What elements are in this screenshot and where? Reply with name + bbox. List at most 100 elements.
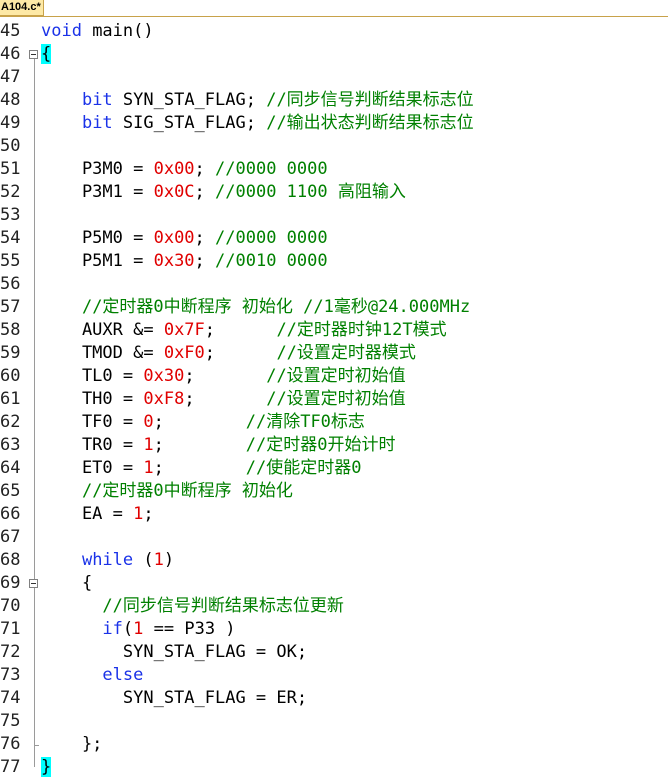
code-line[interactable]: };: [41, 733, 102, 756]
code-token: ;: [153, 435, 246, 455]
line-number: 76: [0, 734, 21, 754]
comment-token: //设置定时器模式: [276, 343, 416, 363]
code-token: P3M1 =: [41, 182, 154, 202]
code-line[interactable]: //定时器0中断程序 初始化 //1毫秒@24.000MHz: [41, 296, 470, 319]
line-number: 51: [0, 159, 21, 179]
line-number: 54: [0, 228, 21, 248]
code-line[interactable]: void main(): [41, 20, 154, 43]
code-token: ;: [204, 320, 277, 340]
line-number: 60: [0, 366, 21, 386]
code-line[interactable]: bit SIG_STA_FLAG; //输出状态判断结果标志位: [41, 112, 474, 135]
code-line[interactable]: P5M1 = 0x30; //0010 0000: [41, 250, 328, 273]
comment-token: //使能定时器0: [245, 458, 362, 478]
code-line[interactable]: {: [41, 43, 52, 66]
code-token: ;: [194, 182, 216, 202]
line-number: 77: [0, 757, 21, 777]
file-tab[interactable]: A104.c*: [0, 0, 44, 16]
code-token: ;: [194, 159, 216, 179]
code-token: EA =: [41, 504, 134, 524]
code-token: P5M0 =: [41, 228, 154, 248]
code-token: SIG_STA_FLAG;: [112, 113, 267, 133]
number-token: 0x00: [153, 228, 195, 248]
code-token: P3M0 =: [41, 159, 154, 179]
code-line[interactable]: }: [41, 756, 52, 779]
code-token: (: [122, 619, 134, 639]
code-token: TMOD &=: [41, 343, 164, 363]
code-token: ): [163, 550, 175, 570]
code-line[interactable]: TMOD &= 0xF0; //设置定时器模式: [41, 342, 416, 365]
line-number: 67: [0, 527, 21, 547]
code-line[interactable]: SYN_STA_FLAG = OK;: [41, 641, 307, 664]
comment-token: //定时器时钟12T模式: [276, 320, 447, 340]
code-line[interactable]: TF0 = 0; //清除TF0标志: [41, 411, 365, 434]
code-token: main(): [81, 21, 154, 41]
code-line[interactable]: AUXR &= 0x7F; //定时器时钟12T模式: [41, 319, 447, 342]
comment-token: //0010 0000: [215, 251, 328, 271]
code-line[interactable]: if(1 == P33 ): [41, 618, 235, 641]
line-number: 47: [0, 67, 21, 87]
code-line[interactable]: ET0 = 1; //使能定时器0: [41, 457, 362, 480]
number-token: 1: [133, 504, 144, 524]
code-line[interactable]: else: [41, 664, 143, 687]
line-number: 57: [0, 297, 21, 317]
comment-token: //同步信号判断结果标志位: [266, 90, 474, 110]
fold-toggle-icon[interactable]: [29, 579, 38, 588]
number-token: 0x0C: [153, 182, 195, 202]
line-number: 66: [0, 504, 21, 524]
code-token: };: [41, 734, 103, 754]
number-token: 0x30: [153, 251, 195, 271]
code-token: ;: [194, 228, 216, 248]
number-token: 1: [153, 550, 164, 570]
code-line[interactable]: {: [41, 572, 92, 595]
code-line[interactable]: EA = 1;: [41, 503, 154, 526]
code-line[interactable]: P3M0 = 0x00; //0000 0000: [41, 158, 328, 181]
line-number: 68: [0, 550, 21, 570]
number-token: 1: [143, 435, 154, 455]
code-token: {: [41, 573, 93, 593]
fold-toggle-icon[interactable]: [29, 50, 38, 59]
comment-token: //输出状态判断结果标志位: [266, 113, 474, 133]
line-number: 63: [0, 435, 21, 455]
line-number: 62: [0, 412, 21, 432]
comment-token: //0000 0000: [215, 228, 328, 248]
code-line[interactable]: SYN_STA_FLAG = ER;: [41, 687, 307, 710]
code-line[interactable]: TL0 = 0x30; //设置定时初始值: [41, 365, 406, 388]
comment-token: //同步信号判断结果标志位更新: [102, 596, 344, 616]
code-token: TR0 =: [41, 435, 144, 455]
comment-token: //0000 0000: [215, 159, 328, 179]
line-number: 64: [0, 458, 21, 478]
code-line[interactable]: TR0 = 1; //定时器0开始计时: [41, 434, 396, 457]
comment-token: //定时器0开始计时: [245, 435, 396, 455]
line-number: 59: [0, 343, 21, 363]
code-line[interactable]: //定时器0中断程序 初始化: [41, 480, 293, 503]
number-token: 0xF0: [163, 343, 205, 363]
keyword-token: while: [81, 550, 134, 570]
code-token: TL0 =: [41, 366, 144, 386]
code-token: SYN_STA_FLAG;: [112, 90, 267, 110]
line-number: 75: [0, 711, 21, 731]
number-token: 1: [133, 619, 144, 639]
code-line[interactable]: //同步信号判断结果标志位更新: [41, 595, 344, 618]
fold-end-marker: [34, 745, 39, 746]
keyword-token: bit: [81, 90, 113, 110]
matched-brace: {: [41, 44, 52, 64]
code-line[interactable]: P5M0 = 0x00; //0000 0000: [41, 227, 328, 250]
code-editor[interactable]: A104.c* 45 void main() 46 {47 48 bit SYN_STA…: [0, 0, 668, 777]
tab-divider: [0, 16, 668, 17]
code-line[interactable]: bit SYN_STA_FLAG; //同步信号判断结果标志位: [41, 89, 474, 112]
line-number: 50: [0, 136, 21, 156]
code-line[interactable]: while (1): [41, 549, 174, 572]
code-line[interactable]: P3M1 = 0x0C; //0000 1100 高阻输入: [41, 181, 406, 204]
line-number: 48: [0, 90, 21, 110]
code-line[interactable]: TH0 = 0xF8; //设置定时初始值: [41, 388, 406, 411]
code-token: P5M1 =: [41, 251, 154, 271]
line-number: 65: [0, 481, 21, 501]
code-token: AUXR &=: [41, 320, 164, 340]
line-number: 71: [0, 619, 21, 639]
line-number: 52: [0, 182, 21, 202]
keyword-token: else: [102, 665, 144, 685]
